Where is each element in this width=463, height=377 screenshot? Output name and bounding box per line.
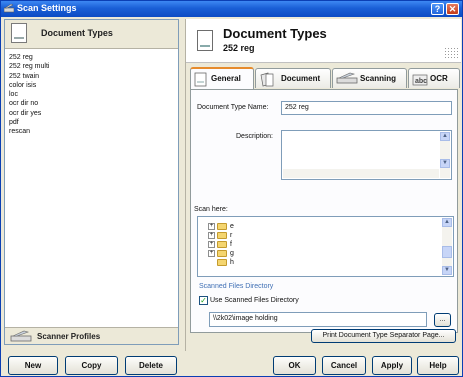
delete-button[interactable]: Delete <box>125 356 177 375</box>
window-title: Scan Settings <box>17 3 77 13</box>
folder-icon <box>217 250 227 257</box>
scanner-icon <box>10 330 32 342</box>
description-horizontal-scrollbar[interactable] <box>283 169 439 178</box>
document-type-list: 252 reg 252 reg multi 252 twain color is… <box>9 53 49 137</box>
scan-here-label: Scan here: <box>194 206 228 213</box>
tab-ocr[interactable]: abc OCR <box>408 68 460 88</box>
expand-icon[interactable]: + <box>208 223 215 230</box>
new-button[interactable]: New <box>8 356 58 375</box>
print-separator-page-button[interactable]: Print Document Type Separator Page... <box>311 329 456 343</box>
apply-button[interactable]: Apply <box>372 356 412 375</box>
general-tab-panel: Document Type Name: 252 reg Description:… <box>190 89 458 333</box>
document-type-name-label: Document Type Name: <box>197 104 269 111</box>
expand-icon[interactable]: + <box>208 241 215 248</box>
scroll-down-icon[interactable]: ▼ <box>440 159 450 168</box>
expand-icon[interactable]: + <box>208 232 215 239</box>
document-types-pane: Document Types 252 reg 252 reg multi 252… <box>4 19 179 345</box>
folder-icon <box>217 241 227 248</box>
scanner-profiles-bar[interactable]: Scanner Profiles <box>5 327 178 344</box>
document-icon <box>197 30 213 51</box>
tab-document[interactable]: Document <box>255 68 331 88</box>
list-item[interactable]: 252 twain <box>9 72 49 81</box>
list-item[interactable]: 252 reg multi <box>9 62 49 71</box>
document-type-details-pane: Document Types 252 reg General Document <box>185 19 461 351</box>
tab-scanning[interactable]: Scanning <box>332 68 407 88</box>
ok-button[interactable]: OK <box>273 356 316 375</box>
list-item[interactable]: rescan <box>9 127 49 136</box>
scanner-icon <box>336 72 358 84</box>
scanned-files-directory-field[interactable]: \\2k02\image holding <box>209 312 427 327</box>
document-types-header: Document Types <box>5 20 178 49</box>
selected-document-type: 252 reg <box>223 43 255 53</box>
scroll-thumb[interactable] <box>442 246 452 258</box>
document-type-name-field[interactable]: 252 reg <box>281 101 452 115</box>
description-label: Description: <box>236 133 273 140</box>
scanner-icon <box>4 4 14 13</box>
scroll-down-icon[interactable]: ▼ <box>442 266 452 275</box>
cancel-button[interactable]: Cancel <box>322 356 366 375</box>
list-item[interactable]: color isis <box>9 81 49 90</box>
scroll-up-icon[interactable]: ▲ <box>440 132 450 141</box>
tab-general[interactable]: General <box>190 67 254 89</box>
scan-settings-window: Scan Settings ? ✕ Document Types 252 reg… <box>0 0 463 377</box>
description-vertical-scrollbar[interactable]: ▲ ▼ <box>440 132 450 178</box>
folder-icon <box>217 259 227 266</box>
details-title: Document Types <box>223 26 327 41</box>
resize-grip-icon <box>444 47 458 59</box>
list-item[interactable]: loc <box>9 90 49 99</box>
scroll-up-icon[interactable]: ▲ <box>442 218 452 227</box>
document-types-title: Document Types <box>41 28 113 38</box>
help-title-button[interactable]: ? <box>431 3 444 15</box>
tree-vertical-scrollbar[interactable]: ▲ ▼ <box>442 218 452 275</box>
close-button[interactable]: ✕ <box>446 3 459 15</box>
list-item[interactable]: 252 reg <box>9 53 49 62</box>
list-item[interactable]: pdf <box>9 118 49 127</box>
folder-icon <box>217 232 227 239</box>
details-header: Document Types 252 reg <box>186 19 461 63</box>
document-icon <box>194 72 207 87</box>
tab-strip: General Document Scanning abc OCR <box>190 67 461 89</box>
use-scanned-files-directory-label: Use Scanned Files Directory <box>210 297 299 304</box>
list-item[interactable]: ocr dir no <box>9 99 49 108</box>
description-field[interactable]: ▲ ▼ <box>281 130 452 180</box>
use-scanned-files-directory-checkbox[interactable]: ✓ <box>199 296 208 305</box>
list-item[interactable]: ocr dir yes <box>9 109 49 118</box>
expand-icon[interactable]: + <box>208 250 215 257</box>
ocr-icon: abc <box>412 74 428 86</box>
document-icon <box>11 23 27 43</box>
svg-text:abc: abc <box>415 78 427 85</box>
copy-button[interactable]: Copy <box>65 356 118 375</box>
help-button[interactable]: Help <box>417 356 459 375</box>
scanner-profiles-label: Scanner Profiles <box>37 332 101 341</box>
documents-icon <box>260 72 274 87</box>
scan-here-tree[interactable]: + e + r + f + g h ▲ ▼ <box>197 216 454 277</box>
scanned-files-directory-group-title: Scanned Files Directory <box>199 283 274 290</box>
browse-button[interactable]: ... <box>434 313 451 327</box>
folder-icon <box>217 223 227 230</box>
title-bar[interactable]: Scan Settings ? ✕ <box>1 1 462 17</box>
